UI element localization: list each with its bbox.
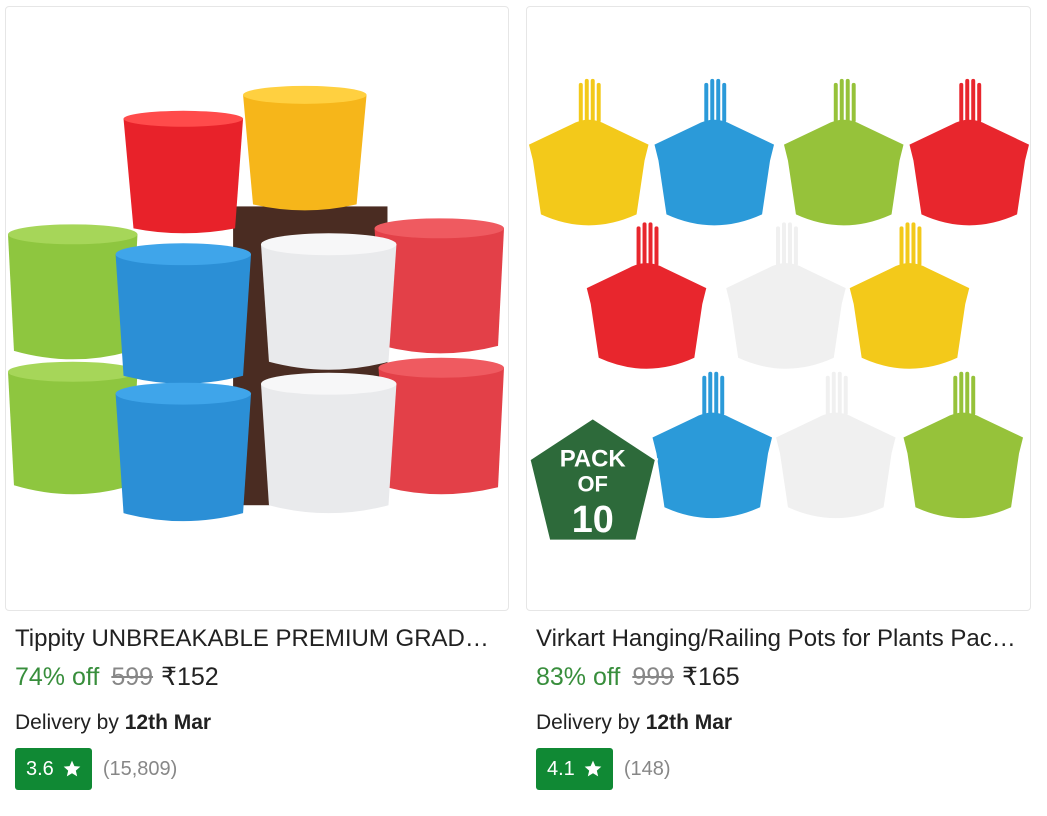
- discount-label: 83% off: [536, 663, 621, 691]
- product-title[interactable]: Virkart Hanging/Railing Pots for Plants …: [536, 622, 1021, 656]
- rating-count: (148): [623, 757, 671, 780]
- pack-badge-line2: OF: [578, 471, 608, 496]
- rating-badge: 4.1: [536, 748, 613, 790]
- product-card[interactable]: Tippity UNBREAKABLE PREMIUM GRADE PLASTI…: [5, 0, 515, 816]
- star-icon: [63, 760, 81, 777]
- rating-row: 3.6 (15,809): [15, 748, 177, 790]
- rating-value: 4.1: [547, 757, 575, 780]
- delivery-prefix: Delivery by: [536, 711, 640, 734]
- price-row: 74% off 599 ₹152: [15, 660, 219, 694]
- price-row: 83% off 999 ₹165: [536, 660, 740, 694]
- delivery-info: Delivery by 12th Mar: [536, 708, 732, 738]
- delivery-info: Delivery by 12th Mar: [15, 708, 211, 738]
- rating-value: 3.6: [26, 757, 54, 780]
- colorful-round-plastic-pots-image: [7, 85, 505, 522]
- delivery-date: 12th Mar: [645, 711, 733, 734]
- product-image[interactable]: PACK OF 10: [526, 6, 1031, 611]
- product-card[interactable]: PACK OF 10 Virkart Hanging/Railing Pots …: [526, 0, 1036, 816]
- delivery-date: 12th Mar: [124, 711, 212, 734]
- rating-count: (15,809): [102, 757, 178, 780]
- pack-badge-line1: PACK: [560, 445, 627, 472]
- delivery-prefix: Delivery by: [15, 711, 119, 734]
- mrp-price: 999: [632, 663, 675, 691]
- rating-badge: 3.6: [15, 748, 92, 790]
- hanging-railing-pots-image: PACK OF 10: [527, 78, 1030, 543]
- product-grid: Tippity UNBREAKABLE PREMIUM GRADE PLASTI…: [0, 0, 1047, 816]
- selling-price: ₹165: [682, 663, 740, 691]
- product-title[interactable]: Tippity UNBREAKABLE PREMIUM GRADE PLASTI…: [15, 622, 500, 656]
- pack-badge: PACK OF 10: [527, 415, 659, 543]
- mrp-price: 599: [111, 663, 154, 691]
- star-icon: [584, 760, 602, 777]
- product-image[interactable]: [5, 6, 509, 611]
- discount-label: 74% off: [15, 663, 100, 691]
- pack-badge-line3: 10: [572, 499, 614, 541]
- rating-row: 4.1 (148): [536, 748, 671, 790]
- selling-price: ₹152: [161, 663, 219, 691]
